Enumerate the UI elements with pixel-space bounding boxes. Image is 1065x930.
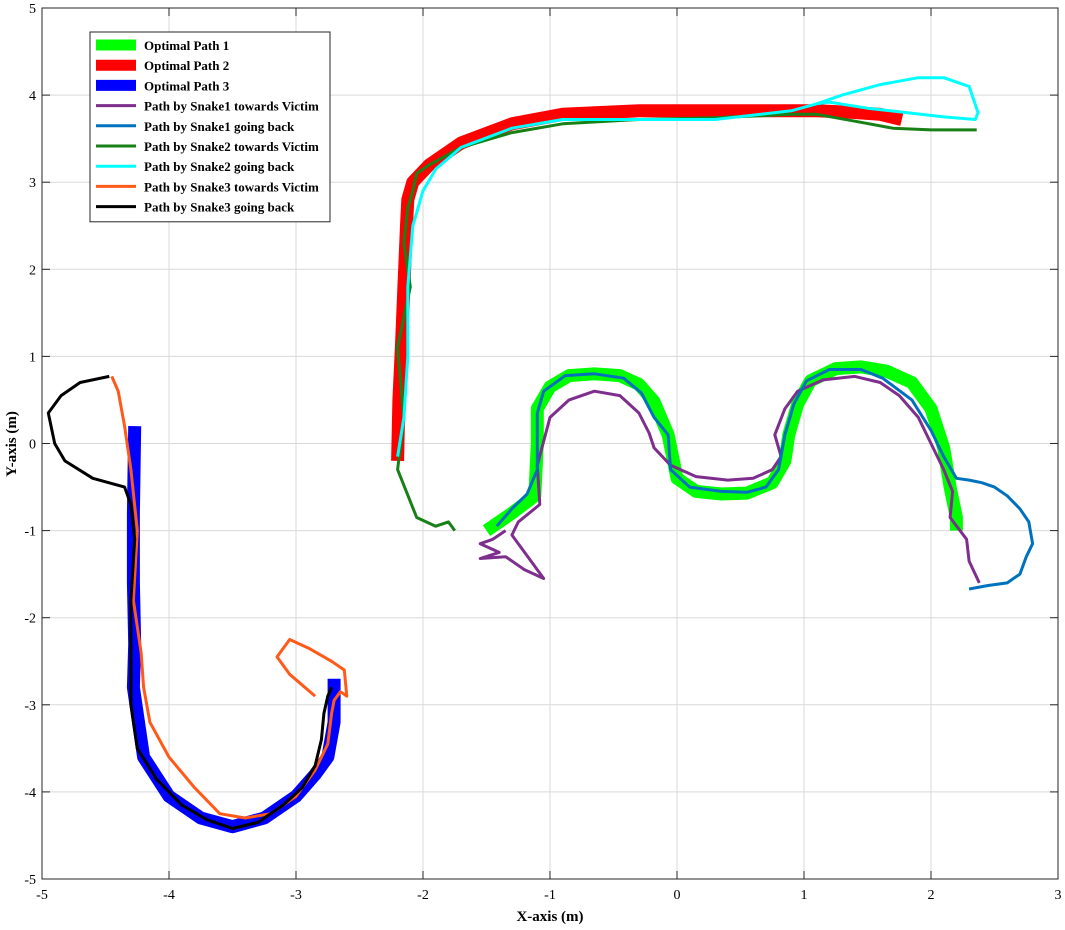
y-tick-label: 3 [29, 176, 36, 191]
legend-label: Optimal Path 3 [144, 78, 230, 93]
legend-label: Optimal Path 1 [144, 38, 229, 53]
y-tick-label: -4 [24, 786, 36, 801]
x-tick-label: -3 [290, 888, 302, 903]
x-tick-label: -4 [163, 888, 175, 903]
y-tick-label: 2 [29, 263, 36, 278]
y-axis-label: Y-axis (m) [4, 411, 20, 477]
legend-label: Path by Snake3 going back [144, 200, 295, 215]
y-tick-label: 1 [29, 350, 36, 365]
y-tick-label: -1 [24, 525, 36, 540]
x-tick-label: 0 [674, 888, 681, 903]
x-tick-label: 2 [928, 888, 935, 903]
y-tick-label: -3 [24, 699, 36, 714]
legend-label: Path by Snake1 going back [144, 119, 295, 134]
x-tick-label: -5 [36, 888, 48, 903]
y-tick-label: 4 [29, 89, 36, 104]
x-tick-label: 3 [1055, 888, 1062, 903]
x-tick-label: 1 [801, 888, 808, 903]
y-tick-label: -2 [24, 612, 36, 627]
x-axis-label: X-axis (m) [516, 909, 583, 925]
legend-label: Path by Snake3 towards Victim [144, 179, 319, 194]
legend: Optimal Path 1 Optimal Path 2 Optimal Path… [89, 31, 331, 223]
x-tick-label: -1 [544, 888, 556, 903]
legend-label: Optimal Path 2 [144, 58, 229, 73]
y-tick-label: 0 [29, 438, 36, 453]
line-chart: -5 -4 -3 -2 -1 0 1 2 3 -5 -4 -3 -2 -1 0 1 2 3 4 5 X-axis (m… [4, 2, 1062, 925]
legend-label: Path by Snake1 towards Victim [144, 99, 319, 114]
legend-label: Path by Snake2 going back [144, 159, 295, 174]
y-tick-label: 5 [29, 2, 36, 17]
x-tick-label: -2 [417, 888, 429, 903]
legend-label: Path by Snake2 towards Victim [144, 139, 319, 154]
y-tick-label: -5 [24, 873, 36, 888]
